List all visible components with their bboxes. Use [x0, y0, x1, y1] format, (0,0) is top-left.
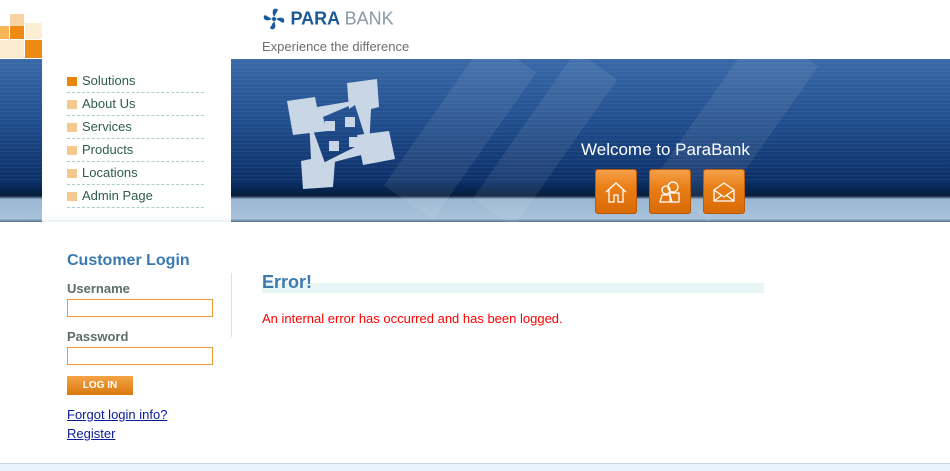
bullet-icon [67, 123, 77, 132]
menu-item-admin-page[interactable]: Admin Page [67, 185, 204, 208]
menu-item-services[interactable]: Services [67, 116, 204, 139]
password-label: Password [67, 329, 129, 344]
title-underline-bar [262, 283, 764, 293]
bullet-icon [67, 100, 77, 109]
left-nav: Solutions About Us Services Products Loc… [42, 59, 231, 241]
logo-para: PARA [290, 8, 341, 29]
bullet-icon [67, 146, 77, 155]
menu-item-about-us[interactable]: About Us [67, 93, 204, 116]
about-people-icon [659, 180, 680, 203]
contact-envelope-icon [713, 181, 735, 202]
bullet-icon [67, 77, 77, 86]
menu-item-products[interactable]: Products [67, 139, 204, 162]
logo-bank: BANK [344, 8, 394, 29]
home-button[interactable] [595, 169, 637, 214]
username-label: Username [67, 281, 130, 296]
bullet-icon [67, 169, 77, 178]
login-button[interactable]: LOG IN [67, 376, 133, 395]
home-icon [605, 181, 627, 203]
menu-item-solutions[interactable]: Solutions [67, 70, 204, 93]
error-message: An internal error has occurred and has b… [262, 311, 563, 326]
customer-login-title: Customer Login [67, 252, 190, 269]
about-button[interactable] [649, 169, 691, 214]
register-link[interactable]: Register [67, 426, 115, 441]
password-input[interactable] [67, 347, 213, 365]
footer-band [0, 463, 950, 471]
column-divider [231, 273, 232, 337]
menu-item-locations[interactable]: Locations [67, 162, 204, 185]
forgot-login-link[interactable]: Forgot login info? [67, 407, 167, 422]
parabank-logo[interactable]: PARA BANK [262, 7, 394, 31]
contact-button[interactable] [703, 169, 745, 214]
logo-pinwheel-icon [263, 8, 285, 30]
banner-arrows-graphic [287, 79, 395, 189]
welcome-text: Welcome to ParaBank [581, 140, 750, 159]
decorative-tiles [0, 14, 42, 59]
username-input[interactable] [67, 299, 213, 317]
bullet-icon [67, 192, 77, 201]
error-title: Error! [262, 272, 313, 292]
tagline: Experience the difference [262, 39, 410, 54]
